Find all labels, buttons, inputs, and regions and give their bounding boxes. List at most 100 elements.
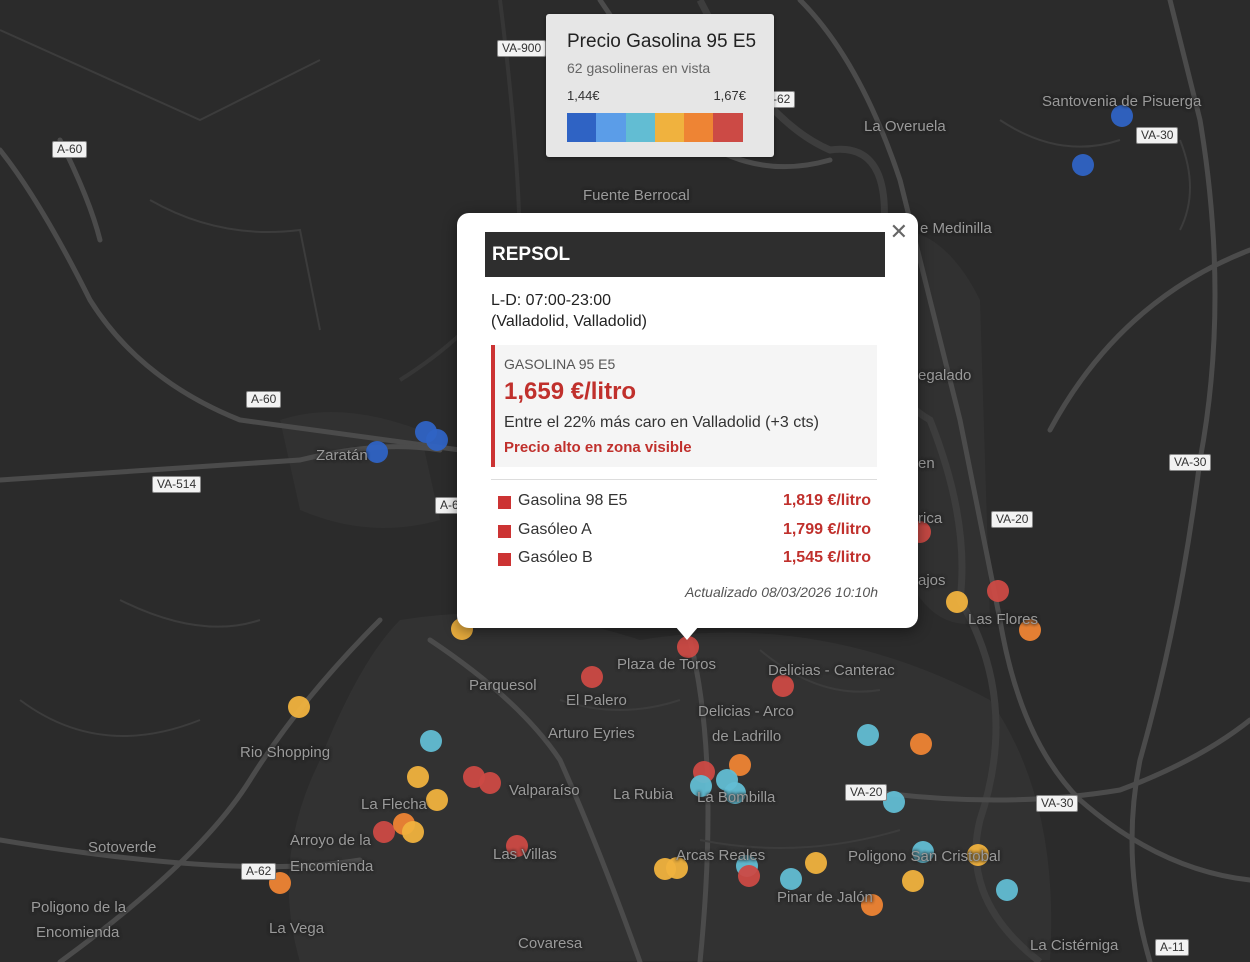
place-label: La Cistérniga <box>1030 937 1119 954</box>
main-fuel-panel: GASOLINA 95 E5 1,659 €/litro Entre el 22… <box>491 345 877 467</box>
price-comparison: Entre el 22% más caro en Valladolid (+3 … <box>504 414 819 431</box>
station-brand: REPSOL <box>485 232 885 277</box>
place-label: Encomienda <box>36 924 120 941</box>
fuel-row: Gasolina 98 E5 1,819 €/litro <box>498 491 878 513</box>
road-shield: VA-30 <box>1036 795 1079 812</box>
road-shield: VA-900 <box>497 40 547 57</box>
gas-station-marker[interactable] <box>402 821 424 843</box>
gas-station-marker[interactable] <box>987 580 1009 602</box>
road-shield: VA-20 <box>845 784 888 801</box>
place-label: e Medinilla <box>920 220 992 237</box>
legend-swatch <box>654 113 685 142</box>
gas-station-marker[interactable] <box>426 789 448 811</box>
gas-station-marker[interactable] <box>366 441 388 463</box>
road-shield: VA-30 <box>1169 454 1212 471</box>
gas-station-marker[interactable] <box>426 429 448 451</box>
gas-station-marker[interactable] <box>420 730 442 752</box>
place-label: Las Villas <box>493 846 557 863</box>
price-swatch-icon <box>498 525 511 538</box>
place-label: Valparaíso <box>509 782 580 799</box>
gas-station-marker[interactable] <box>738 865 760 887</box>
place-label: La Vega <box>269 920 325 937</box>
price-swatch-icon <box>498 496 511 509</box>
gas-station-marker[interactable] <box>857 724 879 746</box>
gas-station-marker[interactable] <box>407 766 429 788</box>
price-swatch-icon <box>498 553 511 566</box>
gas-station-marker[interactable] <box>902 870 924 892</box>
main-fuel-name: GASOLINA 95 E5 <box>504 356 616 372</box>
place-label: La Rubia <box>613 786 674 803</box>
place-label: rica <box>918 510 943 527</box>
place-label: La Flecha <box>361 796 427 813</box>
place-label: Santovenia de Pisuerga <box>1042 93 1202 110</box>
close-icon[interactable]: ✕ <box>890 219 908 245</box>
legend-swatch <box>567 113 597 142</box>
legend-swatch <box>625 113 655 142</box>
place-label: La Overuela <box>864 118 946 135</box>
road-shield: VA-20 <box>991 511 1034 528</box>
gas-station-marker[interactable] <box>373 821 395 843</box>
fuel-price: 1,799 €/litro <box>782 521 871 538</box>
place-label: Delicias - Canterac <box>768 662 895 679</box>
place-label: Parquesol <box>469 677 537 694</box>
legend-max-price: 1,67€ <box>713 88 746 103</box>
gas-station-marker[interactable] <box>780 868 802 890</box>
place-label: en <box>918 455 935 472</box>
place-label: ajos <box>918 572 946 589</box>
road-shield: VA-514 <box>152 476 202 493</box>
fuel-name: Gasolina 98 E5 <box>518 492 628 509</box>
divider <box>491 479 877 480</box>
place-label: Arturo Eyries <box>548 725 635 742</box>
station-popup: ✕ REPSOL L-D: 07:00-23:00 (Valladolid, V… <box>457 213 918 640</box>
gas-station-marker[interactable] <box>910 733 932 755</box>
place-label: Sotoverde <box>88 839 157 856</box>
legend-swatch <box>596 113 626 142</box>
gas-station-marker[interactable] <box>581 666 603 688</box>
place-label: Delicias - Arco <box>698 703 794 720</box>
gas-station-marker[interactable] <box>805 852 827 874</box>
place-label: Pinar de Jalón <box>777 889 873 906</box>
legend-swatch <box>713 113 743 142</box>
road-shield: A-60 <box>246 391 282 408</box>
price-alert: Precio alto en zona visible <box>504 439 692 456</box>
fuel-name: Gasóleo A <box>518 521 592 538</box>
price-legend: Precio Gasolina 95 E5 62 gasolineras en … <box>546 14 774 157</box>
updated-timestamp: Actualizado 08/03/2026 10:10h <box>684 584 878 600</box>
road-shield: A-11 <box>1155 939 1190 956</box>
gas-station-marker[interactable] <box>288 696 310 718</box>
place-label: El Palero <box>566 692 627 709</box>
place-label: Fuente Berrocal <box>583 187 690 204</box>
legend-color-scale <box>567 113 743 142</box>
legend-station-count: 62 gasolineras en vista <box>567 60 711 76</box>
place-label: Rio Shopping <box>240 744 331 761</box>
main-fuel-price: 1,659 €/litro <box>504 378 637 405</box>
place-label: Covaresa <box>518 935 583 952</box>
place-label: Encomienda <box>290 858 374 875</box>
fuel-row: Gasóleo A 1,799 €/litro <box>498 520 878 542</box>
place-label: egalado <box>918 367 972 384</box>
place-label: Plaza de Toros <box>617 656 716 673</box>
place-label: La Bombilla <box>697 789 776 806</box>
place-label: Poligono de la <box>31 899 127 916</box>
legend-swatch <box>684 113 714 142</box>
road-shield: A-62 <box>241 863 277 880</box>
place-label: Las Flores <box>968 611 1039 628</box>
popup-pointer <box>675 626 699 640</box>
fuel-price: 1,545 €/litro <box>782 549 871 566</box>
station-hours: L-D: 07:00-23:00 <box>491 292 612 309</box>
gas-station-marker[interactable] <box>1072 154 1094 176</box>
place-label: Arroyo de la <box>290 832 371 849</box>
station-location: (Valladolid, Valladolid) <box>491 313 647 330</box>
place-label: de Ladrillo <box>712 728 782 745</box>
fuel-price: 1,819 €/litro <box>782 492 871 509</box>
gas-station-marker[interactable] <box>946 591 968 613</box>
road-shield: A-60 <box>52 141 88 158</box>
fuel-name: Gasóleo B <box>518 549 593 566</box>
road-shield: VA-30 <box>1136 127 1179 144</box>
gas-station-marker[interactable] <box>479 772 501 794</box>
gas-station-marker[interactable] <box>996 879 1018 901</box>
fuel-row: Gasóleo B 1,545 €/litro <box>498 548 878 570</box>
place-label: Poligono San Cristobal <box>848 848 1001 865</box>
legend-title: Precio Gasolina 95 E5 <box>567 31 757 52</box>
place-label: Zaratán <box>316 447 368 464</box>
